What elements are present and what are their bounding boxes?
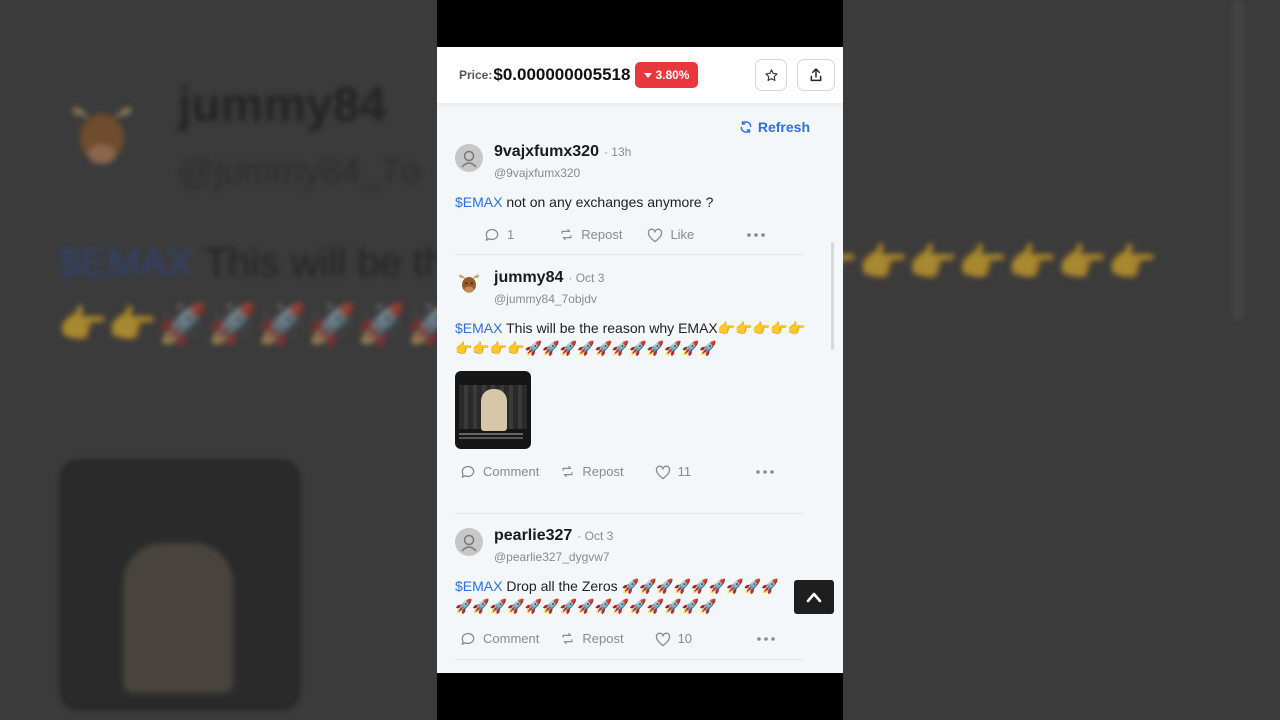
image-caption-lines [459, 433, 523, 435]
post-username[interactable]: 9vajxfumx320 [494, 143, 599, 161]
background-scrollbar [1232, 0, 1244, 320]
refresh-label: Refresh [757, 119, 810, 135]
more-dots-icon [747, 232, 766, 237]
more-options-button[interactable] [756, 636, 776, 642]
repost-icon [561, 228, 572, 241]
background-ticker: $EMAX [58, 241, 194, 285]
repost-label: Repost [582, 464, 624, 479]
share-button[interactable] [797, 59, 835, 91]
post-timestamp: · Oct 3 [568, 271, 605, 285]
post-body: Drop all the Zeros 🚀🚀🚀🚀🚀🚀🚀🚀🚀🚀🚀🚀🚀🚀🚀🚀🚀🚀🚀🚀🚀… [455, 578, 779, 614]
post-item: pearlie327 · Oct 3 @pearlie327_dygvw7 $E… [455, 527, 805, 647]
post-header: jummy84 · Oct 3 @jummy84_7objdv [455, 269, 805, 306]
down-arrow-icon [644, 72, 653, 78]
phone-frame: Price: $0.000000005518 3.80% Refresh 9va… [437, 0, 843, 720]
background-handle: @jummy84_7o [178, 150, 421, 191]
like-count: 11 [677, 464, 692, 479]
post-text: $EMAX This will be the reason why EMAX👉👉… [455, 318, 805, 358]
post-text: $EMAX Drop all the Zeros 🚀🚀🚀🚀🚀🚀🚀🚀🚀🚀🚀🚀🚀🚀🚀… [455, 576, 790, 616]
comment-button[interactable]: 1 [483, 226, 514, 243]
heart-icon [655, 465, 670, 479]
post-item: jummy84 · Oct 3 @jummy84_7objdv $EMAX Th… [455, 269, 805, 480]
heart-icon [655, 632, 670, 646]
repost-label: Repost [582, 631, 624, 646]
post-handle: @pearlie327_dygvw7 [494, 550, 610, 564]
comment-icon [461, 632, 475, 645]
post-body: This will be the reason why EMAX👉👉👉👉👉👉👉👉… [455, 320, 805, 356]
avatar[interactable] [455, 528, 483, 556]
price-change-value: 3.80% [655, 68, 690, 82]
app-screen: Price: $0.000000005518 3.80% Refresh 9va… [437, 47, 843, 673]
post-divider [455, 254, 803, 255]
user-avatar-icon [455, 144, 483, 172]
ticker-link[interactable]: $EMAX [455, 578, 502, 594]
bull-avatar-icon [62, 98, 142, 178]
heart-icon [648, 228, 663, 242]
like-count: 10 [677, 631, 693, 646]
repost-icon [562, 465, 573, 478]
more-options-button[interactable] [746, 232, 766, 238]
avatar[interactable] [455, 270, 483, 298]
post-timestamp: · 13h [603, 145, 632, 159]
share-icon [810, 68, 822, 82]
background-username: jummy84 [178, 79, 387, 132]
user-avatar-icon [455, 528, 483, 556]
like-button[interactable]: Like [646, 227, 694, 243]
comment-button[interactable]: Comment [459, 630, 539, 647]
background-image [60, 460, 300, 710]
post-actions: Comment Repost 11 [455, 463, 805, 480]
scrollbar[interactable] [831, 242, 834, 350]
post-divider [455, 513, 803, 514]
bull-icon [458, 274, 480, 293]
post-username[interactable]: jummy84 [494, 269, 563, 287]
refresh-icon [740, 121, 752, 133]
chevron-up-icon [806, 592, 822, 603]
post-timestamp: · Oct 3 [577, 529, 614, 543]
price-header: Price: $0.000000005518 3.80% [437, 47, 843, 103]
post-handle: @9vajxfumx320 [494, 166, 581, 180]
post-handle: @jummy84_7objdv [494, 292, 597, 306]
price-label: Price: [459, 68, 493, 82]
avatar[interactable] [455, 144, 483, 172]
like-count: Like [670, 227, 695, 242]
refresh-button[interactable]: Refresh [739, 119, 810, 135]
ticker-link[interactable]: $EMAX [455, 194, 502, 210]
post-header: 9vajxfumx320 · 13h @9vajxfumx320 [455, 143, 805, 180]
comment-icon [461, 465, 475, 478]
comment-icon [485, 228, 499, 241]
post-divider [455, 659, 803, 660]
post-header: pearlie327 · Oct 3 @pearlie327_dygvw7 [455, 527, 805, 564]
post-body: not on any exchanges anymore ? [502, 194, 714, 210]
repost-button[interactable]: Repost [559, 464, 624, 479]
repost-button[interactable]: Repost [559, 631, 624, 646]
post-actions: 1 Repost Like [455, 226, 805, 243]
scroll-to-top-button[interactable] [794, 580, 834, 614]
repost-label: Repost [581, 227, 623, 242]
post-username[interactable]: pearlie327 [494, 527, 572, 545]
price-change-badge: 3.80% [635, 62, 699, 88]
post-image[interactable] [455, 371, 531, 449]
comment-label: Comment [483, 464, 540, 479]
like-button[interactable]: 11 [654, 464, 692, 480]
post-item: 9vajxfumx320 · 13h @9vajxfumx320 $EMAX n… [455, 143, 805, 243]
price-value: $0.000000005518 [493, 65, 631, 84]
repost-icon [562, 632, 573, 645]
image-figure [481, 389, 507, 431]
comment-button[interactable]: Comment [459, 463, 539, 480]
comment-count: 1 [507, 227, 515, 242]
post-text: $EMAX not on any exchanges anymore ? [455, 192, 805, 212]
more-options-button[interactable] [755, 469, 775, 475]
ticker-link[interactable]: $EMAX [455, 320, 502, 336]
more-dots-icon [756, 469, 774, 474]
favorite-button[interactable] [755, 59, 787, 91]
repost-button[interactable]: Repost [558, 227, 622, 242]
more-dots-icon [757, 636, 775, 641]
star-icon [764, 68, 778, 81]
like-button[interactable]: 10 [654, 631, 692, 647]
post-actions: Comment Repost 10 [455, 630, 805, 647]
comment-label: Comment [483, 631, 540, 646]
